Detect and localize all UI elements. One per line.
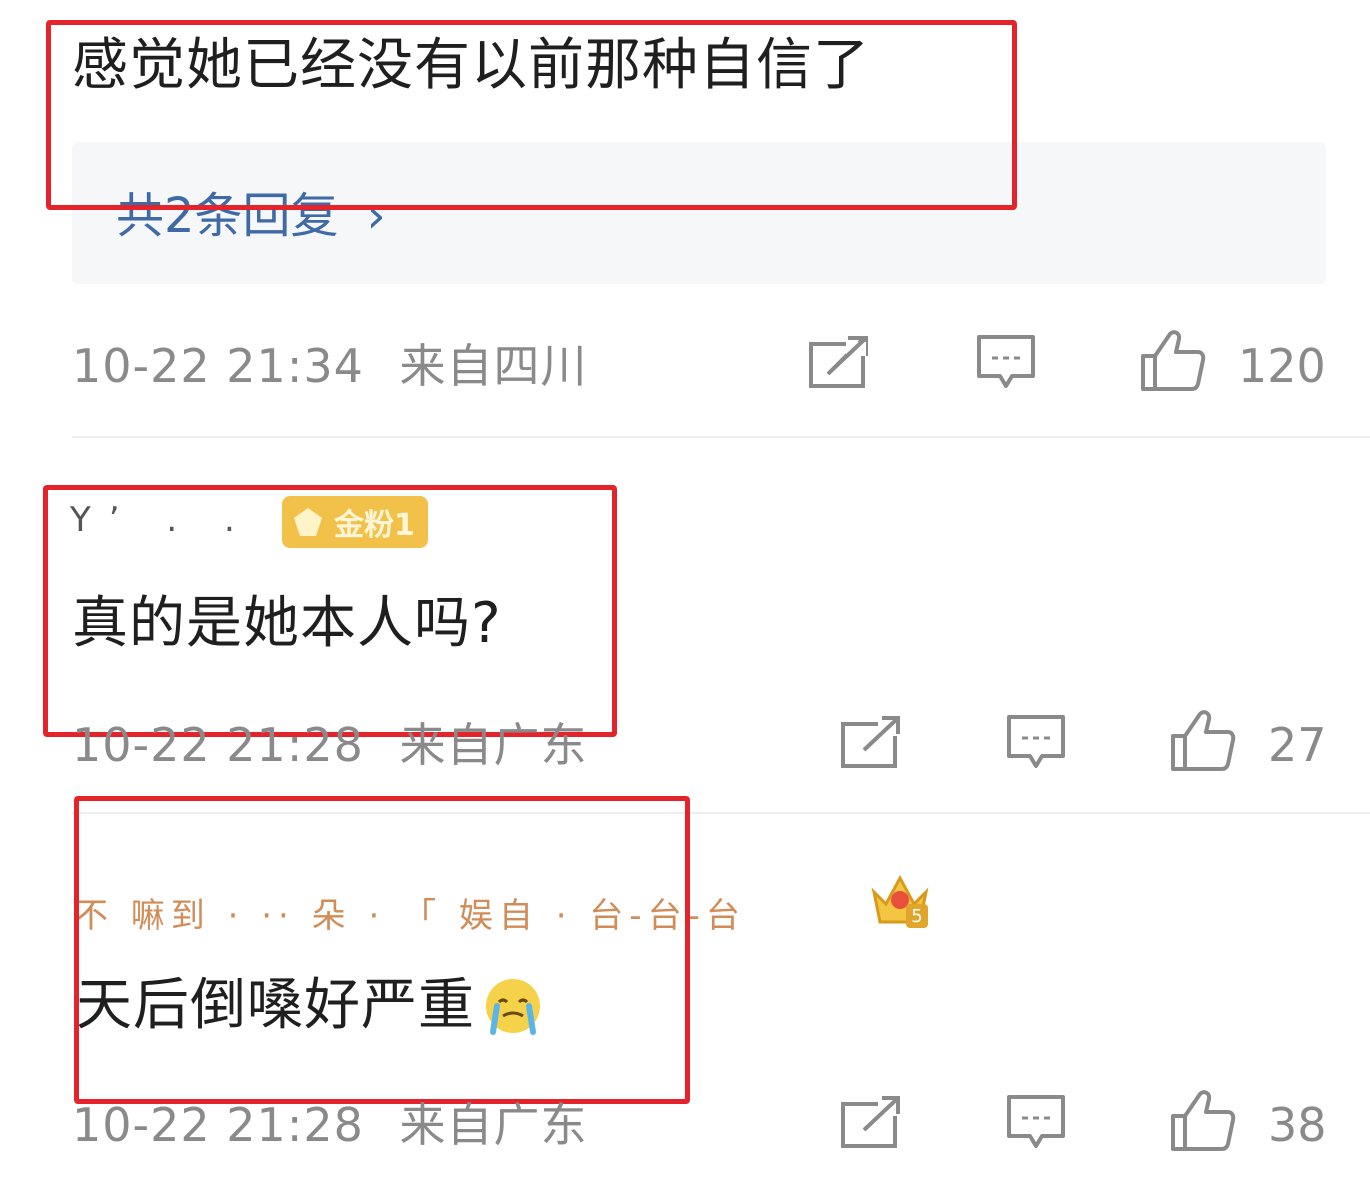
like-count: 27 [1268,718,1327,772]
comment-icon[interactable] [976,334,1036,390]
crown-badge-icon: 5 [868,870,932,932]
like-count: 120 [1238,339,1326,393]
location: 来自广东 [399,718,588,772]
share-icon[interactable] [808,334,870,390]
like-icon[interactable] [1140,328,1206,392]
comment-meta: 10-22 21:28 来自广东 [72,722,587,768]
timestamp: 10-22 21:34 [72,339,364,393]
comment-meta: 10-22 21:28 来自广东 [72,1102,587,1148]
like-icon[interactable] [1170,708,1236,772]
svg-text:5: 5 [911,906,922,927]
timestamp: 10-22 21:28 [72,1098,364,1152]
share-icon[interactable] [840,1094,902,1150]
location: 来自广东 [399,1098,588,1152]
comment-meta: 10-22 21:34 来自四川 [72,343,587,389]
highlight-box [46,20,1017,210]
like-icon[interactable] [1170,1088,1236,1152]
highlight-box [74,796,690,1104]
comment-icon[interactable] [1006,1094,1066,1150]
share-icon[interactable] [840,714,902,770]
timestamp: 10-22 21:28 [72,718,364,772]
like-count: 38 [1268,1098,1327,1152]
comment-icon[interactable] [1006,714,1066,770]
highlight-box [43,485,617,737]
divider [72,436,1370,438]
location: 来自四川 [399,339,588,393]
